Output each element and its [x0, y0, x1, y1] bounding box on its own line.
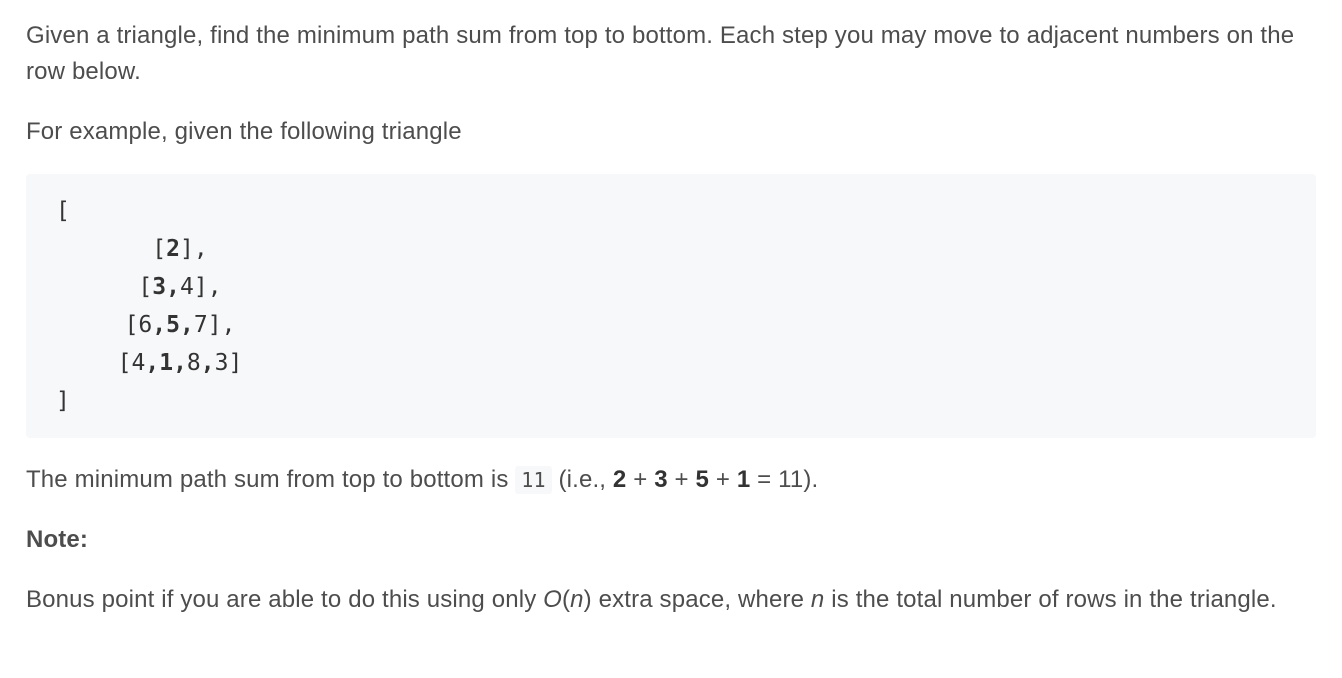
- answer-prefix: The minimum path sum from top to bottom …: [26, 466, 516, 493]
- path-term: 3: [654, 466, 668, 493]
- paren-left: (: [562, 586, 571, 613]
- triangle-cell: 3: [152, 274, 167, 300]
- bonus-text-3: is the total number of rows in the trian…: [824, 586, 1277, 613]
- answer-equals: = 11).: [750, 466, 819, 493]
- path-term: 2: [612, 466, 627, 493]
- cell-separator: ,: [200, 350, 215, 376]
- answer-inline-code: 11: [515, 466, 552, 494]
- row-suffix: ],: [207, 312, 236, 338]
- answer-paragraph: The minimum path sum from top to bottom …: [26, 462, 1318, 498]
- open-bracket: [: [56, 198, 70, 224]
- triangle-code-block: [ [2], [3,4], [6,5,7], [4,1,8,3] ]: [26, 174, 1316, 438]
- triangle-cell: 6: [138, 312, 153, 338]
- bonus-paragraph: Bonus point if you are able to do this u…: [26, 582, 1318, 618]
- cell-separator: ,: [145, 350, 160, 376]
- big-o-letter: O: [543, 586, 562, 613]
- triangle-cell: 4: [131, 350, 146, 376]
- bonus-text-2: extra space, where: [591, 586, 811, 613]
- row-prefix: [: [152, 236, 167, 262]
- triangle-row: [4,1,8,3]: [60, 344, 300, 382]
- triangle-cell: 8: [186, 350, 201, 376]
- cell-separator: ,: [173, 350, 187, 376]
- n-variable: n: [570, 586, 584, 613]
- row-suffix: ]: [228, 350, 243, 376]
- n-variable: n: [810, 586, 825, 613]
- example-paragraph: For example, given the following triangl…: [26, 118, 462, 145]
- bonus-text-1: Bonus point if you are able to do this u…: [26, 586, 544, 613]
- path-term: 5: [695, 466, 710, 493]
- triangle-row: [6,5,7],: [60, 306, 300, 344]
- triangle-cell: 4: [180, 274, 194, 300]
- row-prefix: [: [138, 274, 153, 300]
- triangle-cell: 7: [193, 312, 208, 338]
- triangle-cell: 3: [214, 350, 229, 376]
- row-suffix: ],: [180, 236, 208, 262]
- paren-right: ): [583, 586, 592, 613]
- row-prefix: [: [124, 312, 139, 338]
- plus-sign: +: [626, 466, 655, 493]
- close-bracket: ]: [56, 388, 70, 414]
- answer-paren-open: (i.e.,: [551, 466, 613, 493]
- row-prefix: [: [117, 350, 132, 376]
- cell-separator: ,: [152, 312, 167, 338]
- triangle-cell: 5: [166, 312, 180, 338]
- triangle-row: [2],: [60, 230, 300, 268]
- cell-separator: ,: [180, 312, 194, 338]
- cell-separator: ,: [166, 274, 180, 300]
- note-heading: Note:: [26, 526, 89, 553]
- plus-sign: +: [709, 466, 737, 493]
- triangle-cell: 1: [159, 350, 174, 376]
- row-suffix: ],: [193, 274, 222, 300]
- triangle-cell: 2: [166, 236, 180, 262]
- intro-paragraph: Given a triangle, find the minimum path …: [26, 22, 1295, 85]
- plus-sign: +: [667, 466, 696, 493]
- triangle-row: [3,4],: [60, 268, 300, 306]
- path-term: 1: [736, 466, 751, 493]
